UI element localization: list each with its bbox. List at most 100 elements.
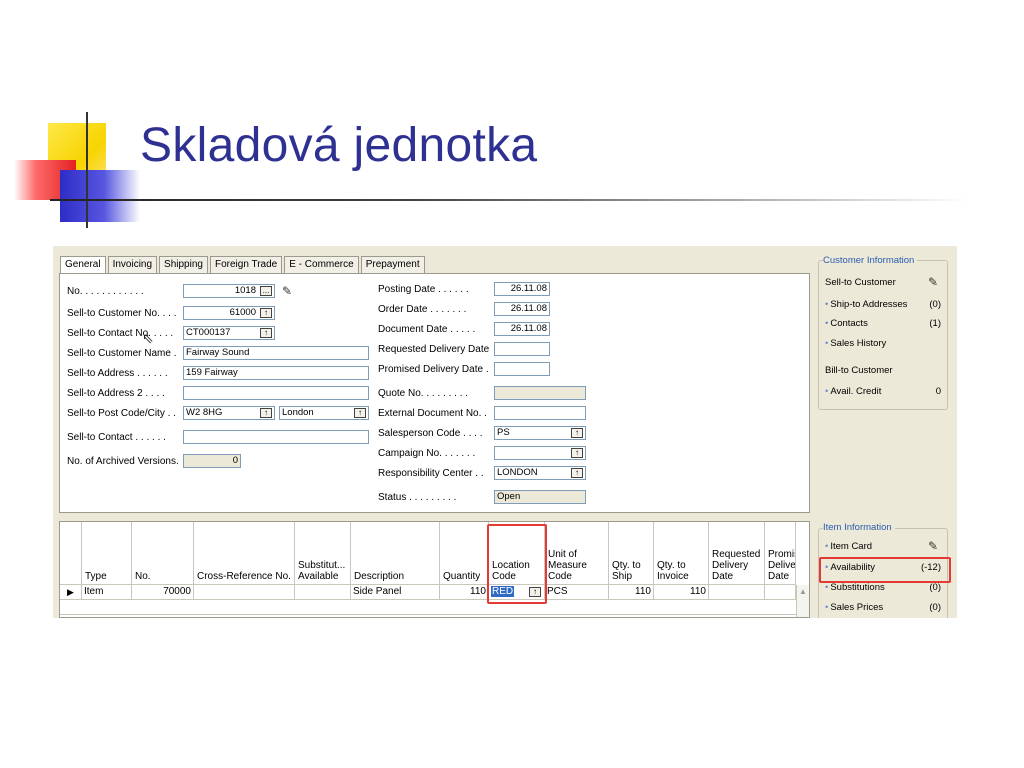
sales-prices-link[interactable]: • Sales Prices	[825, 602, 883, 613]
line-quantity-cell[interactable]: 110	[440, 585, 489, 600]
promised-delivery-date-label: Promised Delivery Date .	[378, 364, 489, 375]
status-label: Status . . . . . . . . .	[378, 492, 457, 503]
line-substitutes-cell[interactable]	[295, 585, 351, 600]
column-header-qty-to-invoice[interactable]: Qty. to Invoice	[654, 522, 709, 585]
column-header-requested-delivery-date[interactable]: Requested Delivery Date	[709, 522, 765, 585]
decoration-blue-bar	[60, 170, 140, 222]
lookup-arrow-icon[interactable]: ↑	[260, 328, 272, 338]
lookup-arrow-icon[interactable]: ↑	[571, 468, 583, 478]
campaign-no-field[interactable]: ↑	[494, 446, 586, 460]
promised-delivery-date-field[interactable]	[494, 362, 550, 376]
ship-to-addresses-link[interactable]: • Ship-to Addresses	[825, 299, 907, 310]
lines-scrollbar[interactable]: ▲	[796, 585, 809, 617]
quote-no-field	[494, 386, 586, 400]
document-date-label: Document Date . . . . .	[378, 324, 476, 335]
decoration-horizontal-line	[50, 199, 970, 201]
sales-prices-count: (0)	[929, 602, 941, 613]
sell-to-customer-label: Sell-to Customer	[825, 277, 896, 288]
location-code-highlight-box	[487, 524, 547, 604]
sell-to-address-2-label: Sell-to Address 2 . . . .	[67, 388, 165, 399]
sales-history-link[interactable]: • Sales History	[825, 338, 886, 349]
line-qty-to-invoice-cell[interactable]: 110	[654, 585, 709, 600]
lookup-arrow-icon[interactable]: ↑	[571, 428, 583, 438]
order-date-label: Order Date . . . . . . .	[378, 304, 467, 315]
document-date-field[interactable]: 26.11.08	[494, 322, 550, 336]
tab-foreign-trade[interactable]: Foreign Trade	[209, 256, 283, 274]
lookup-arrow-icon[interactable]: ↑	[260, 308, 272, 318]
column-header-cross-reference-no[interactable]: Cross-Reference No.	[194, 522, 295, 585]
scroll-up-icon[interactable]: ▲	[799, 587, 807, 596]
salesperson-code-label: Salesperson Code . . . .	[378, 428, 483, 439]
sell-to-contact-field[interactable]	[183, 430, 369, 444]
line-qty-to-ship-cell[interactable]: 110	[609, 585, 654, 600]
contacts-link[interactable]: • Contacts	[825, 318, 868, 329]
substitutions-link[interactable]: • Substitutions	[825, 582, 885, 593]
line-uom-cell[interactable]: PCS	[545, 585, 609, 600]
line-no-cell[interactable]: 70000	[132, 585, 194, 600]
status-field: Open	[494, 490, 586, 504]
quote-no-label: Quote No. . . . . . . . .	[378, 388, 469, 399]
line-promised-date-cell[interactable]	[765, 585, 796, 600]
column-header-qty-to-ship[interactable]: Qty. to Ship	[609, 522, 654, 585]
line-requested-date-cell[interactable]	[709, 585, 765, 600]
external-document-no-label: External Document No. .	[378, 408, 487, 419]
column-header-substitutes-available[interactable]: Substitut... Available	[295, 522, 351, 585]
sell-to-address-label: Sell-to Address . . . . . .	[67, 368, 168, 379]
mouse-cursor-icon: ⇖	[142, 330, 154, 346]
item-card-link[interactable]: • Item Card	[825, 541, 872, 552]
tab-e-commerce[interactable]: E - Commerce	[284, 256, 359, 274]
column-header-no[interactable]: No.	[132, 522, 194, 585]
sell-to-customer-no-field[interactable]: 61000 ↑	[183, 306, 275, 320]
decoration-vertical-line	[86, 112, 88, 228]
sell-to-customer-name-field[interactable]: Fairway Sound	[183, 346, 369, 360]
column-header-description[interactable]: Description	[351, 522, 440, 585]
line-description-cell[interactable]: Side Panel	[351, 585, 440, 600]
requested-delivery-date-label: Requested Delivery Date	[378, 344, 490, 355]
tab-shipping[interactable]: Shipping	[159, 256, 208, 274]
sales-order-window: General Invoicing Shipping Foreign Trade…	[53, 246, 957, 618]
archived-versions-field: 0	[183, 454, 241, 468]
sell-to-contact-no-field[interactable]: CT000137 ↑	[183, 326, 275, 340]
avail-credit-link[interactable]: • Avail. Credit	[825, 386, 881, 397]
edit-pencil-icon[interactable]: ✎	[280, 284, 294, 298]
lookup-arrow-icon[interactable]: ↑	[571, 448, 583, 458]
campaign-no-label: Campaign No. . . . . . .	[378, 448, 476, 459]
archived-versions-label: No. of Archived Versions.	[67, 456, 179, 467]
line-type-cell[interactable]: Item	[82, 585, 132, 600]
sell-to-customer-no-label: Sell-to Customer No. . . .	[67, 308, 177, 319]
requested-delivery-date-field[interactable]	[494, 342, 550, 356]
slide-title: Skladová jednotka	[140, 119, 538, 172]
tab-strip: General Invoicing Shipping Foreign Trade…	[60, 256, 427, 275]
edit-pencil-icon[interactable]: ✎	[926, 275, 940, 289]
row-indicator-header	[60, 522, 82, 585]
sell-to-address-2-field[interactable]	[183, 386, 369, 400]
line-cross-reference-cell[interactable]	[194, 585, 295, 600]
column-header-type[interactable]: Type	[82, 522, 132, 585]
assist-edit-button[interactable]: ...	[260, 286, 272, 296]
edit-pencil-icon[interactable]: ✎	[926, 539, 940, 553]
sell-to-post-code-city-label: Sell-to Post Code/City . .	[67, 408, 176, 419]
sell-to-contact-no-label: Sell-to Contact No. . . . .	[67, 328, 174, 339]
lookup-arrow-icon[interactable]: ↑	[354, 408, 366, 418]
column-header-unit-of-measure[interactable]: Unit of Measure Code	[545, 522, 609, 585]
column-header-quantity[interactable]: Quantity	[440, 522, 489, 585]
general-tab-panel: No. . . . . . . . . . . . 1018 ... ✎ Sel…	[59, 273, 810, 513]
no-field[interactable]: 1018 ...	[183, 284, 275, 298]
bill-to-customer-label: Bill-to Customer	[825, 365, 893, 376]
empty-table-row[interactable]	[60, 600, 796, 615]
sell-to-address-field[interactable]: 159 Fairway	[183, 366, 369, 380]
posting-date-field[interactable]: 26.11.08	[494, 282, 550, 296]
responsibility-center-field[interactable]: LONDON ↑	[494, 466, 586, 480]
substitutions-count: (0)	[929, 582, 941, 593]
tab-prepayment[interactable]: Prepayment	[360, 256, 425, 274]
external-document-no-field[interactable]	[494, 406, 586, 420]
order-date-field[interactable]: 26.11.08	[494, 302, 550, 316]
tab-invoicing[interactable]: Invoicing	[107, 256, 158, 274]
column-header-promised-delivery-date[interactable]: Promis Delive Date	[765, 522, 796, 585]
contacts-count: (1)	[929, 318, 941, 329]
lookup-arrow-icon[interactable]: ↑	[260, 408, 272, 418]
salesperson-code-field[interactable]: PS ↑	[494, 426, 586, 440]
sell-to-post-code-field[interactable]: W2 8HG ↑	[183, 406, 275, 420]
sell-to-city-field[interactable]: London ↑	[279, 406, 369, 420]
sell-to-contact-label: Sell-to Contact . . . . . .	[67, 432, 166, 443]
